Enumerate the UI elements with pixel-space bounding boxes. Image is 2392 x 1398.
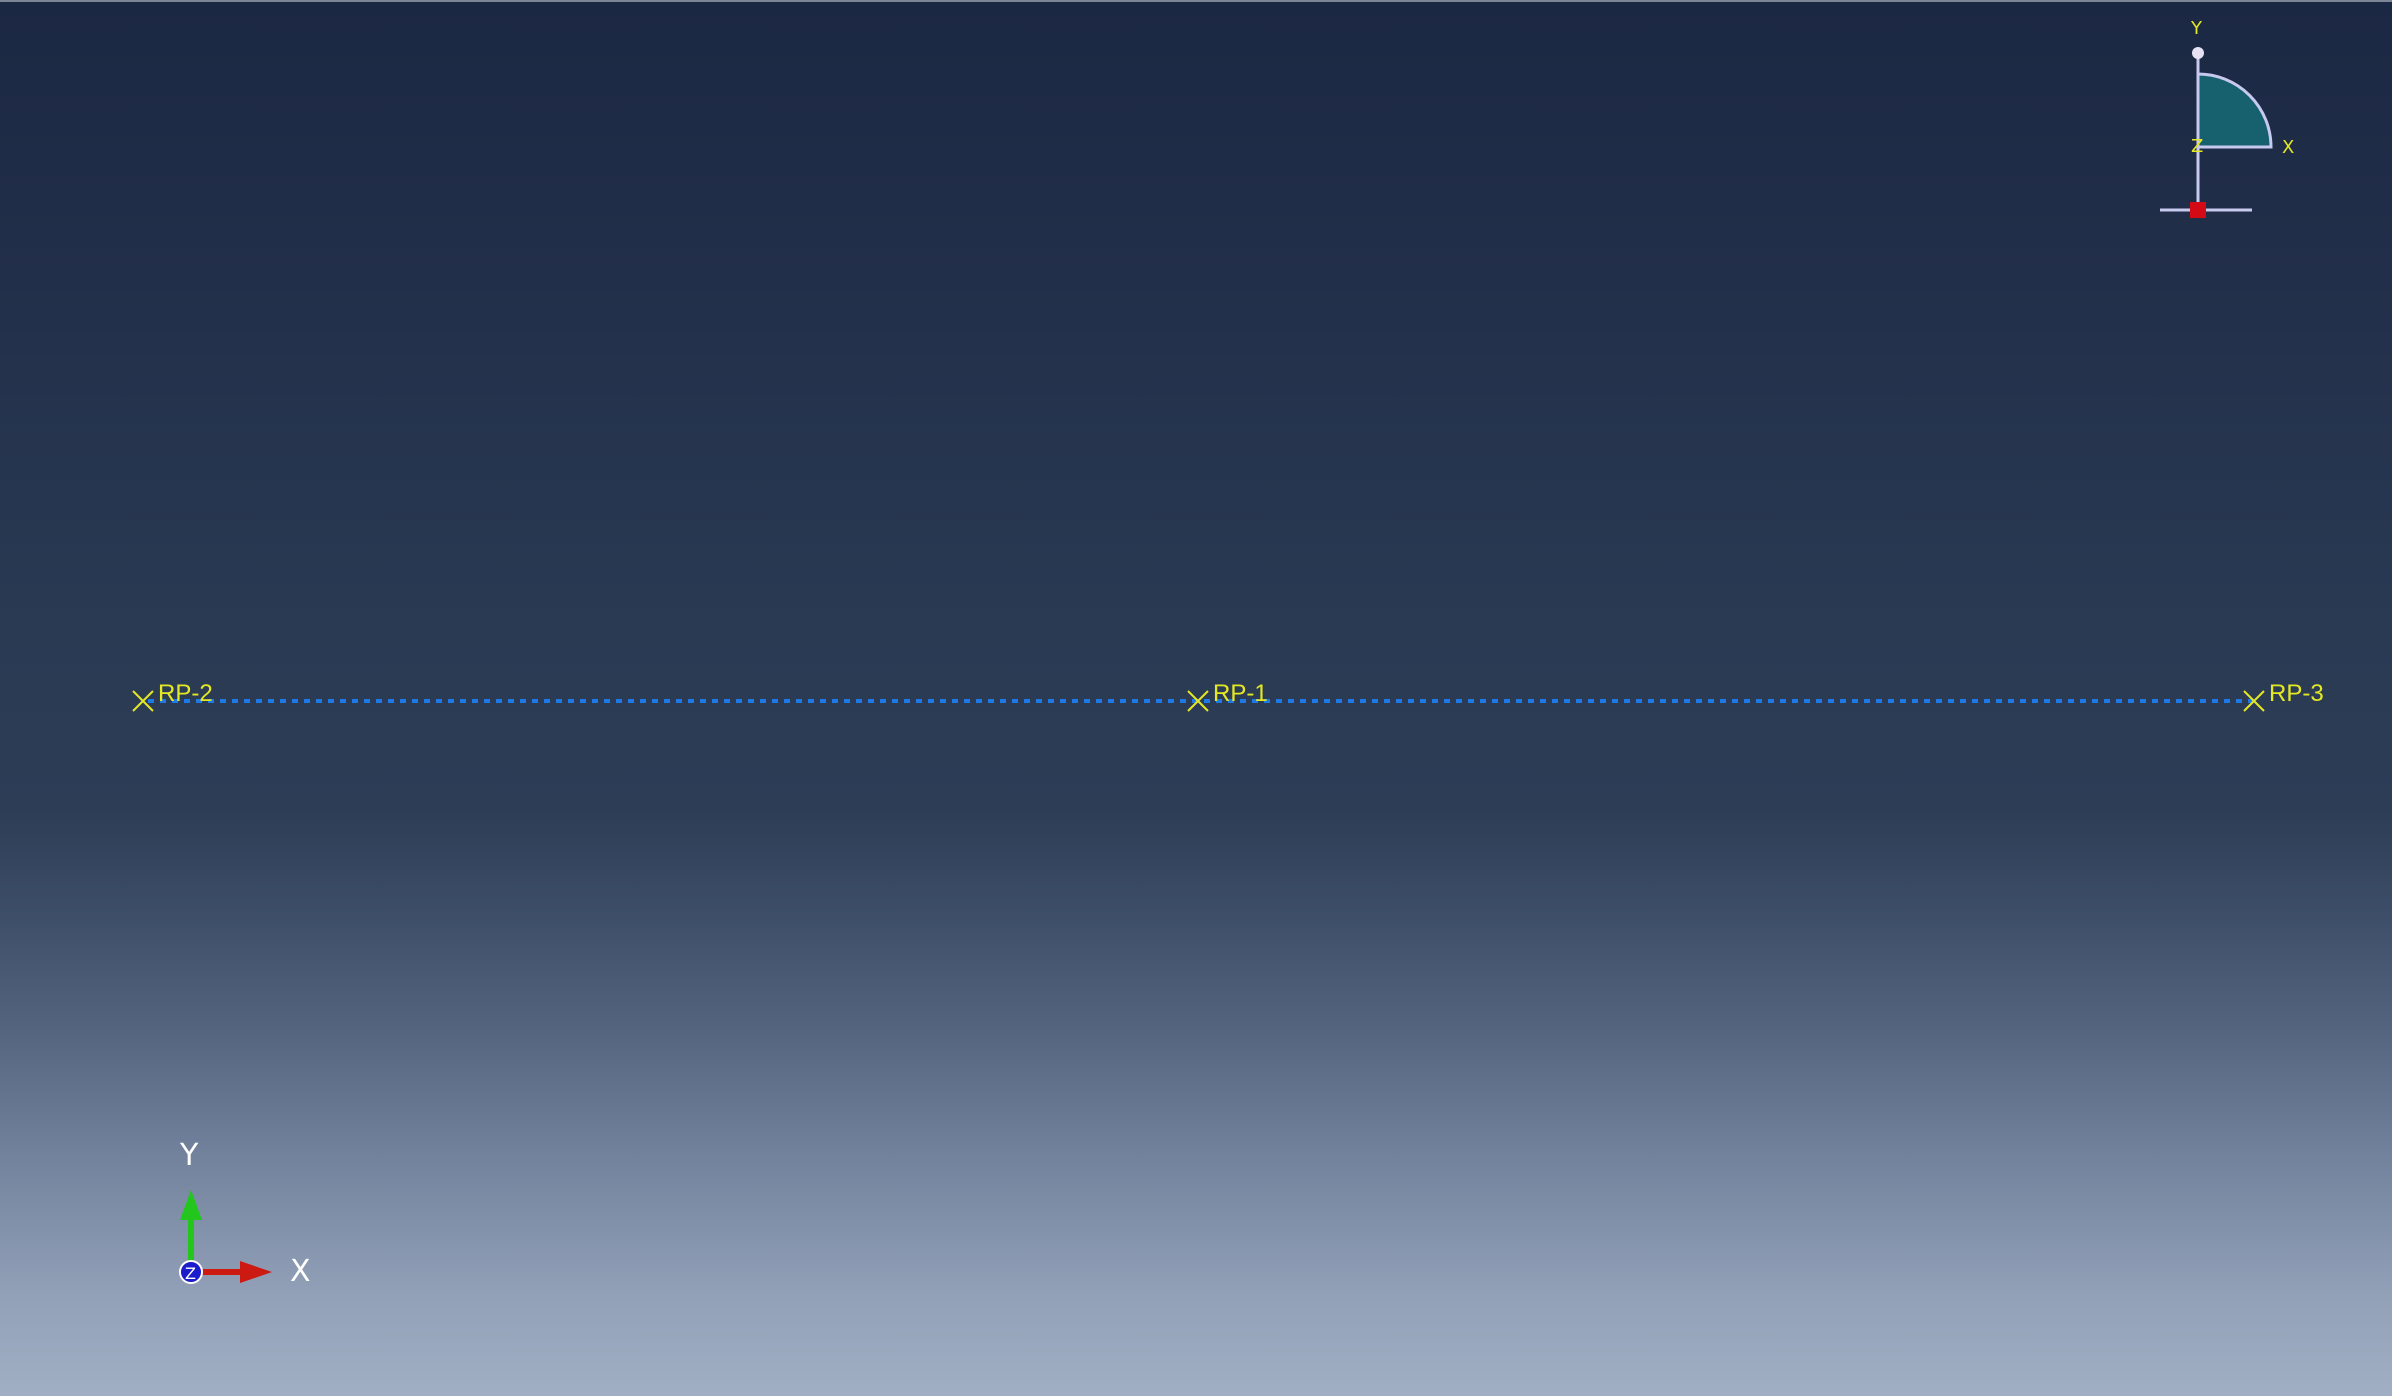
rp3-label: RP-3 bbox=[2269, 680, 2324, 707]
sketch-quarter-disc bbox=[2196, 72, 2273, 149]
rp2-label: RP-2 bbox=[158, 680, 213, 707]
view-y-label: Y bbox=[2190, 18, 2203, 39]
viewport[interactable]: RP-2 RP-1 RP-3 Y X Z Z Y X bbox=[0, 0, 2392, 1396]
reference-point-rp3[interactable]: RP-3 bbox=[2243, 680, 2324, 712]
view-x-label: X bbox=[2282, 137, 2294, 158]
x-axis-arrow-icon bbox=[240, 1261, 272, 1283]
y-axis-label: Y bbox=[179, 1138, 199, 1173]
y-axis-arrow-icon bbox=[180, 1190, 202, 1220]
view-indicator: Y X Z bbox=[2160, 18, 2294, 218]
reference-point-rp2[interactable]: RP-2 bbox=[132, 680, 213, 712]
origin-marker bbox=[2190, 202, 2206, 218]
x-axis-label: X bbox=[290, 1254, 311, 1289]
rp3-marker-icon bbox=[2243, 690, 2265, 712]
axis-triad: Z Y X bbox=[179, 1138, 311, 1289]
z-axis-label: Z bbox=[185, 1264, 196, 1283]
reference-point-rp1[interactable]: RP-1 bbox=[1187, 680, 1268, 712]
view-y-handle bbox=[2192, 47, 2204, 59]
rp1-label: RP-1 bbox=[1213, 680, 1268, 707]
view-z-label: Z bbox=[2191, 136, 2203, 157]
